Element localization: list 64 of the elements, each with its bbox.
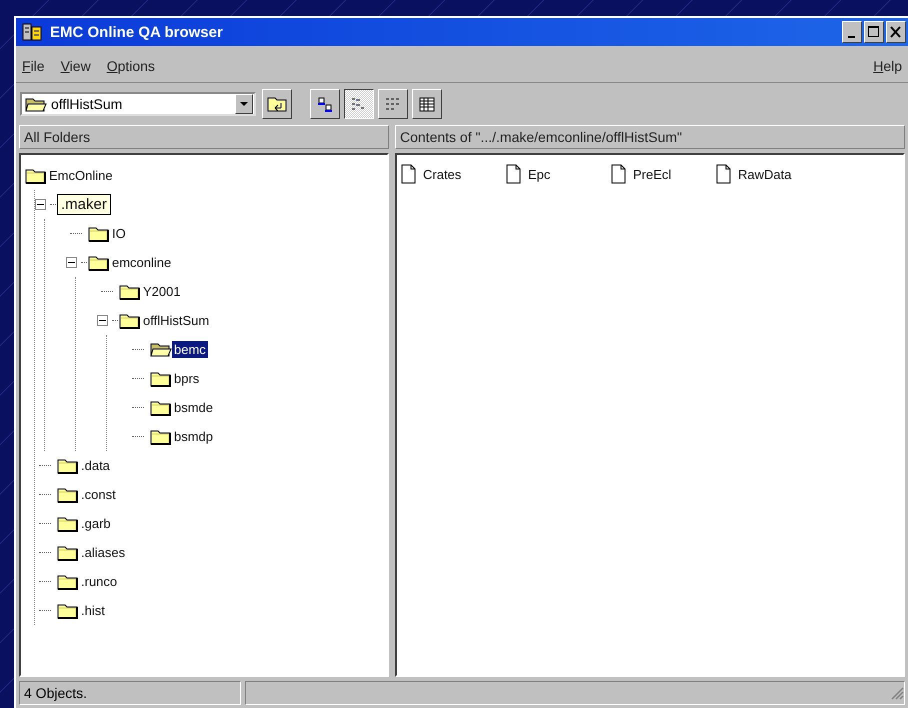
pane-header: Contents of ".../.make/emconline/offlHistSum"	[395, 125, 905, 149]
folder-tooltip: .maker	[57, 194, 111, 215]
tree-item[interactable]: .data	[79, 457, 112, 474]
folder-icon	[119, 312, 141, 329]
tree-item[interactable]: bemc	[172, 341, 208, 358]
folder-icon	[119, 283, 141, 300]
view-mode-icon	[419, 96, 435, 112]
view-mode-icon	[317, 96, 333, 112]
tree-item[interactable]: bsmdp	[172, 428, 216, 445]
menu-item[interactable]: View	[60, 58, 91, 74]
tree-item[interactable]: IO	[110, 225, 128, 242]
view-mode-icon	[351, 96, 367, 112]
tree-item[interactable]: emconline	[110, 254, 174, 271]
collapse-icon[interactable]	[66, 257, 77, 268]
menu-item[interactable]: Options	[106, 58, 155, 74]
app-icon	[22, 22, 42, 42]
tree-item[interactable]: .const	[79, 486, 118, 503]
folder-icon	[150, 370, 172, 387]
tree-item[interactable]: EmcOnline	[47, 167, 115, 184]
file-icon	[716, 164, 732, 184]
tree-item[interactable]: offlHistSum	[141, 312, 212, 329]
view-mode-icon	[385, 96, 401, 112]
folder-icon	[150, 428, 172, 445]
minimize-icon[interactable]	[842, 21, 862, 43]
folder-icon	[25, 167, 47, 184]
folder-icon	[57, 544, 79, 561]
resize-grip-icon[interactable]	[890, 686, 904, 700]
file-name[interactable]: RawData	[736, 166, 794, 182]
open-folder-icon	[150, 341, 172, 358]
tree-item[interactable]: .aliases	[79, 544, 128, 561]
tree-item[interactable]: .garb	[79, 515, 113, 532]
pane-header: All Folders	[19, 125, 389, 149]
tree-item[interactable]: Y2001	[141, 283, 183, 300]
tree-item[interactable]: .runco	[79, 573, 120, 590]
folder-icon	[88, 254, 110, 271]
tree-item[interactable]: bprs	[172, 370, 202, 387]
file-name[interactable]: Crates	[421, 166, 464, 182]
file-icon	[506, 164, 522, 184]
menu-item[interactable]: Help	[873, 58, 902, 74]
collapse-icon[interactable]	[97, 315, 108, 326]
status-text: 4 Objects.	[19, 681, 241, 705]
folder-icon	[150, 399, 172, 416]
collapse-icon[interactable]	[35, 199, 46, 210]
location-dropdown[interactable]: offlHistSum	[20, 92, 256, 116]
folder-icon	[57, 457, 79, 474]
close-icon[interactable]	[886, 21, 906, 43]
tree-item[interactable]: bsmde	[172, 399, 216, 416]
folder-icon	[57, 486, 79, 503]
folder-icon	[88, 225, 110, 242]
file-icon	[611, 164, 627, 184]
open-folder-icon	[25, 96, 47, 112]
menu-item[interactable]: File	[22, 58, 45, 74]
file-name[interactable]: Epc	[526, 166, 552, 182]
up-folder-button[interactable]	[262, 89, 292, 119]
maximize-icon[interactable]	[864, 21, 884, 43]
file-name[interactable]: PreEcl	[631, 166, 674, 182]
folder-icon	[57, 515, 79, 532]
window-title: EMC Online QA browser	[50, 24, 224, 40]
folder-icon	[57, 602, 79, 619]
folder-icon	[57, 573, 79, 590]
file-icon	[401, 164, 417, 184]
tree-item[interactable]: .hist	[79, 602, 107, 619]
up-folder-icon	[267, 95, 287, 113]
view-button[interactable]	[344, 89, 374, 119]
